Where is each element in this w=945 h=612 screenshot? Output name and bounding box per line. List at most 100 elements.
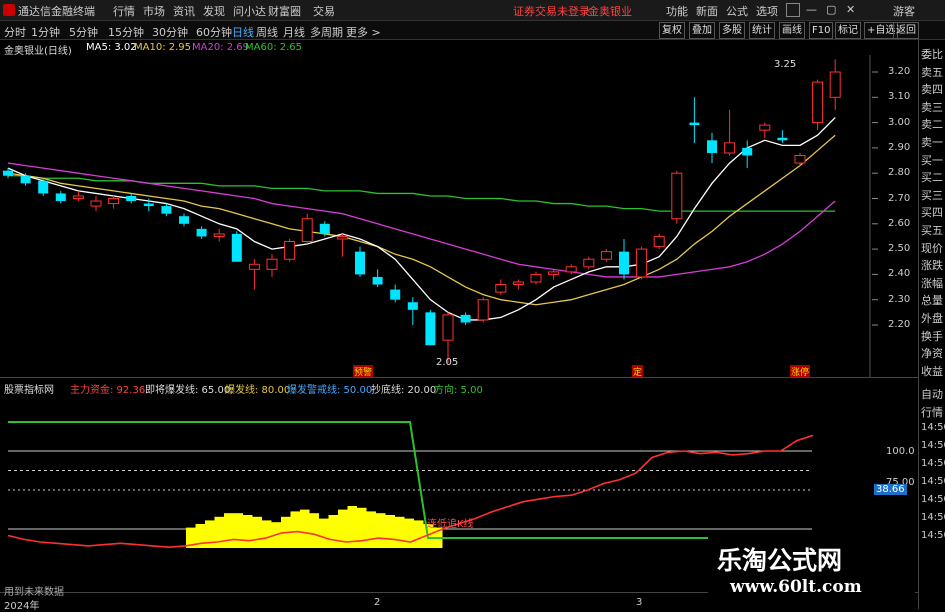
period-week[interactable]: 周线 <box>256 24 278 40</box>
low-annotation: 2.05 <box>436 357 459 368</box>
sidebar-field: 外盘 <box>921 312 943 325</box>
indicator-bar <box>319 518 329 548</box>
period-30min[interactable]: 30分钟 <box>152 24 188 40</box>
ind-baofa: 爆发线: 80.00 <box>225 385 291 396</box>
sidebar-field: 收益 <box>921 364 943 378</box>
indicator-bar <box>404 518 414 548</box>
candle-body <box>179 216 189 224</box>
sidebar-field: 买一 <box>921 153 943 167</box>
duogu-button[interactable]: 多股 <box>719 22 745 39</box>
candle-body <box>671 172 683 220</box>
menu-youke[interactable]: 游客 <box>893 3 915 19</box>
sidebar-field: 总量 <box>921 294 943 308</box>
maximize-icon[interactable]: ▢ <box>826 3 836 16</box>
f10-button[interactable]: F10 <box>809 22 834 39</box>
candle-body <box>161 206 172 214</box>
watermark-title: 乐淘公式网 <box>717 546 843 575</box>
menu-bar: 通达信金融终端 行情 市场 资讯 发现 问小达 财富圈 交易 证券交易未登录 金… <box>0 0 945 21</box>
quote-sidebar: 委比 卖五 卖四 卖三 卖二 卖一 买一 买二 买三 买四 买五 现价 涨跌 涨幅 总量 外盘 换手 净资 收益 <box>918 40 945 384</box>
price-axis-label: 2.20 <box>888 319 911 330</box>
sidebar-field: 涨幅 <box>921 276 943 290</box>
menu-gongshi[interactable]: 公式 <box>726 3 748 19</box>
menu-item-shichang[interactable]: 市场 <box>143 3 165 19</box>
period-day[interactable]: 日线 <box>232 24 254 40</box>
candle-body <box>20 175 31 184</box>
candle-body <box>460 314 471 323</box>
sidebar-field: 涨跌 <box>921 259 943 273</box>
indicator-bar <box>300 509 310 548</box>
sidebar-field: 买三 <box>921 188 943 202</box>
price-axis-label: 2.30 <box>888 293 911 305</box>
stock-label: 金奥银业 <box>588 5 632 18</box>
sidebar-tick: 14:50 <box>921 512 945 523</box>
indicator-bar <box>395 516 405 548</box>
biaoji-button[interactable]: 标记 <box>835 22 861 39</box>
candle-body <box>301 218 313 243</box>
sidebar-tick: 14:50 <box>921 458 945 469</box>
time-axis-mar: 3 <box>636 597 643 608</box>
ind-zhuli: 主力资金: 92.36 <box>70 385 146 396</box>
sidebar-tick: 自动 <box>921 388 943 401</box>
period-60min[interactable]: 60分钟 <box>196 24 232 40</box>
sidebar-field: 净资 <box>921 347 943 361</box>
sidebar-field: 卖四 <box>921 83 943 97</box>
indicator-bar <box>328 515 338 548</box>
price-chart[interactable] <box>0 0 945 380</box>
indicator-name: 股票指标网 <box>4 385 54 396</box>
sidebar-tick: 14:50 <box>921 494 945 505</box>
close-icon[interactable]: ✕ <box>846 3 855 16</box>
menu-gongneng[interactable]: 功能 <box>666 3 688 19</box>
sidebar-field: 卖一 <box>921 136 943 149</box>
menu-item-faxian[interactable]: 发现 <box>203 3 225 19</box>
period-fenshi[interactable]: 分时 <box>4 24 26 40</box>
menu-xuanxiang[interactable]: 选项 <box>756 3 778 19</box>
menu-item-jiaoyi[interactable]: 交易 <box>313 3 335 19</box>
ind-chaodi: 抄底线: 20.00 <box>371 385 437 396</box>
indicator-bar <box>233 513 243 548</box>
candle-body <box>108 198 120 205</box>
candle-body <box>372 276 383 285</box>
menu-xinmian[interactable]: 新面 <box>696 3 718 19</box>
candle-body <box>495 284 507 293</box>
candle-body <box>653 235 665 248</box>
indicator-bar <box>186 527 196 548</box>
candle-body <box>636 248 648 278</box>
candle-body <box>72 195 84 200</box>
period-month[interactable]: 月线 <box>283 24 305 40</box>
menu-item-hangqing[interactable]: 行情 <box>113 3 135 19</box>
candle-body <box>407 302 418 310</box>
candle-body <box>336 235 348 240</box>
period-1min[interactable]: 1分钟 <box>31 24 60 40</box>
user-icon[interactable] <box>786 3 800 17</box>
period-15min[interactable]: 15分钟 <box>108 24 144 40</box>
candle-body <box>829 71 841 98</box>
candle-body <box>284 241 296 260</box>
app-title: 通达信金融终端 <box>18 5 95 18</box>
minimize-icon[interactable]: — <box>806 3 817 16</box>
indicator-bar <box>205 520 215 548</box>
diejia-button[interactable]: 叠加 <box>689 22 715 39</box>
price-axis-label: 2.50 <box>888 243 911 255</box>
indicator-signal-label: 连低追K线 <box>427 519 474 530</box>
period-multi[interactable]: 多周期 <box>310 24 343 40</box>
indicator-bar <box>338 509 348 548</box>
huaxian-button[interactable]: 画线 <box>779 22 805 39</box>
tongji-button[interactable]: 统计 <box>749 22 775 39</box>
sidebar-tick: 14:50 <box>921 422 945 433</box>
ma60-label: MA60: 2.65 <box>245 42 303 53</box>
period-5min[interactable]: 5分钟 <box>69 24 98 40</box>
indicator-bar <box>262 520 272 548</box>
menu-item-zixun[interactable]: 资讯 <box>173 3 195 19</box>
fuquan-button[interactable]: 复权 <box>659 22 685 39</box>
menu-item-wenxiaoda[interactable]: 问小达 <box>233 3 266 19</box>
fanhui-button[interactable]: 返回 <box>893 22 919 39</box>
main-capital-line <box>7 434 814 549</box>
ma20-line <box>7 162 836 278</box>
sidebar-field: 买四 <box>921 206 943 220</box>
panel-separator <box>0 377 918 378</box>
menu-item-caifuquan[interactable]: 财富圈 <box>268 3 301 19</box>
login-notice[interactable]: 证券交易未登录 <box>513 3 590 19</box>
sidebar-tick: 14:50 <box>921 530 945 541</box>
period-more[interactable]: 更多 > <box>346 24 381 40</box>
candle-body <box>794 154 806 164</box>
